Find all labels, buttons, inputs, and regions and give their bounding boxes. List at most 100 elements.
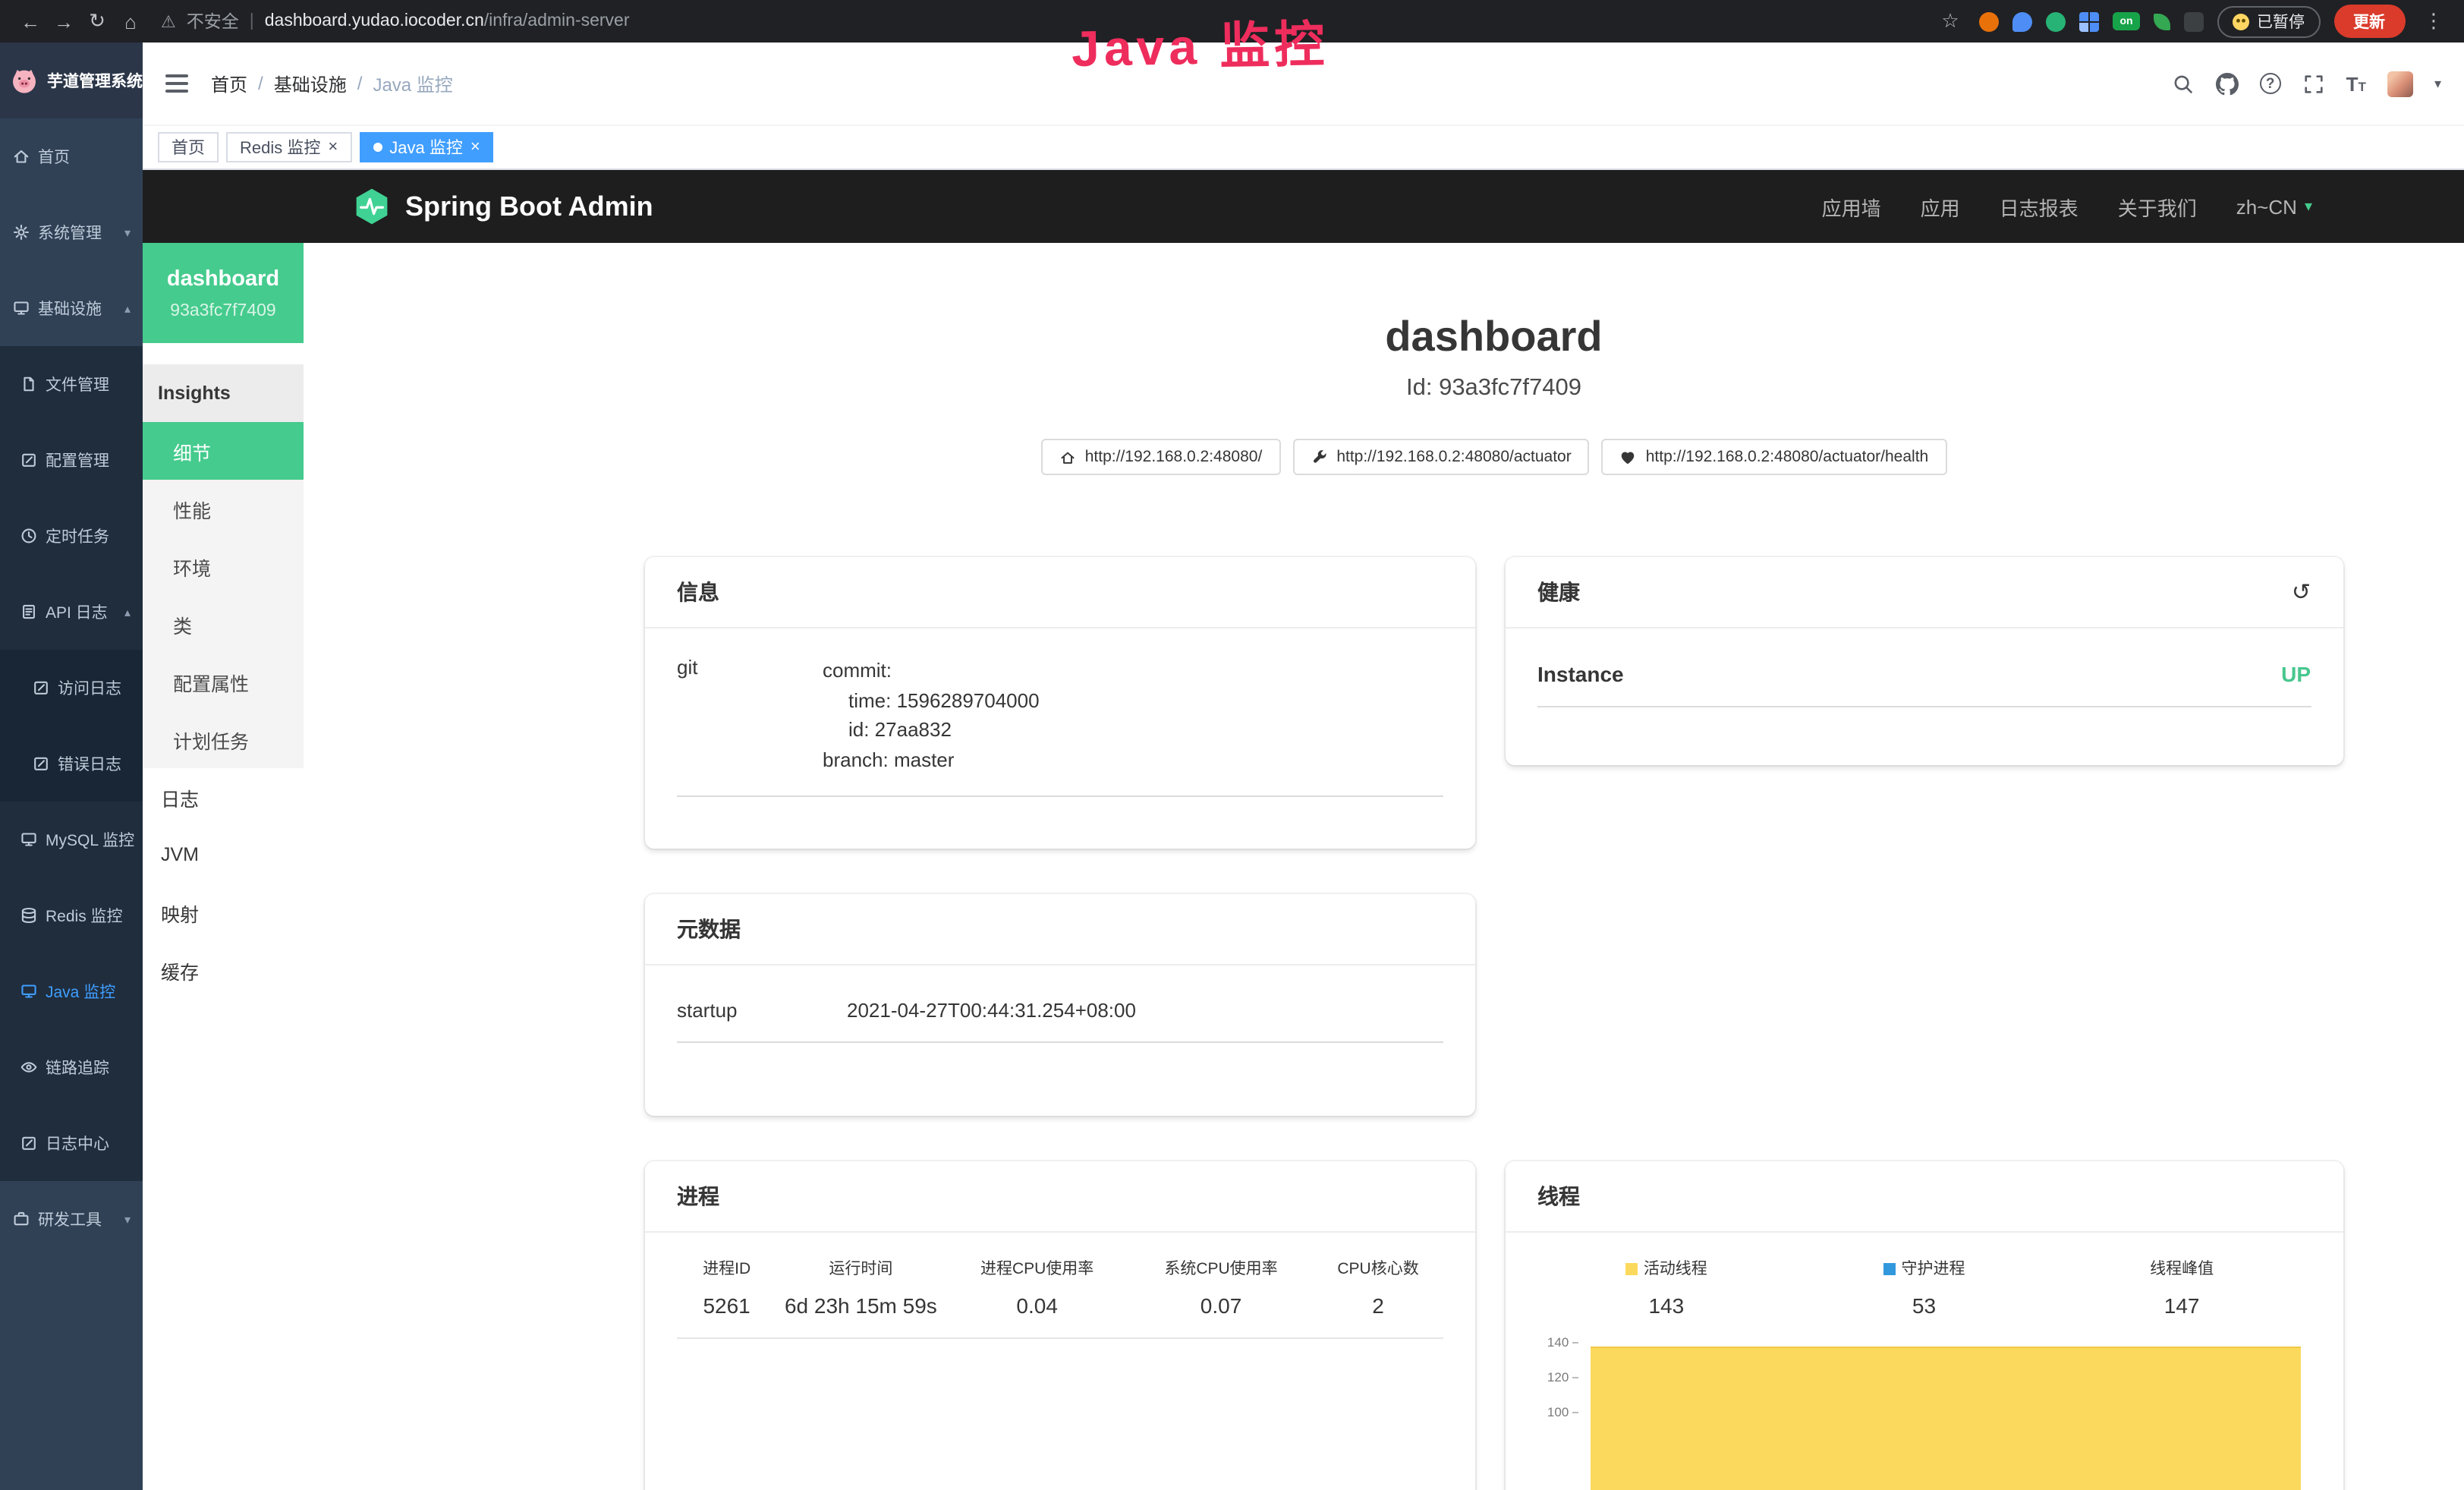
metadata-row-value: 2021-04-27T00:44:31.254+08:00 xyxy=(847,999,1136,1022)
tab-label: 首页 xyxy=(172,135,205,159)
legend-value: 53 xyxy=(1795,1293,2053,1318)
page-subtitle: Id: 93a3fc7f7409 xyxy=(645,375,2343,402)
sba-menu-metrics[interactable]: 性能 xyxy=(143,480,304,537)
legend-item-live-threads: 活动线程143 xyxy=(1537,1257,1795,1318)
sba-nav-wallboard[interactable]: 应用墙 xyxy=(1822,192,1881,221)
extension-icon-orange[interactable] xyxy=(1979,11,1999,31)
extension-icon-on-badge[interactable]: on xyxy=(2113,12,2140,30)
axis-tick: 100 xyxy=(1521,1406,1578,1419)
git-value-line: commit: xyxy=(823,656,1040,685)
sidebar-item-redis-monitor[interactable]: Redis 监控 xyxy=(0,877,143,953)
gear-icon xyxy=(12,223,30,241)
legend-label: 守护进程 xyxy=(1795,1257,2053,1280)
process-table-values: 52616d 23h 15m 59s0.040.072 xyxy=(677,1293,1443,1339)
legend-value: 143 xyxy=(1537,1293,1795,1318)
address-bar[interactable]: ⚠ 不安全 | dashboard.yudao.iocoder.cn/infra… xyxy=(161,9,630,33)
insights-section-label: Insights xyxy=(143,364,304,422)
browser-update-button[interactable]: 更新 xyxy=(2333,5,2405,38)
endpoint-link-root[interactable]: http://192.168.0.2:48080/ xyxy=(1041,439,1281,475)
tab-label: Redis 监控 xyxy=(240,135,320,159)
extensions-puzzle-icon[interactable] xyxy=(2184,11,2204,31)
breadcrumb-item-infrastructure[interactable]: 基础设施 xyxy=(274,71,347,96)
fullscreen-icon[interactable] xyxy=(2302,72,2325,95)
sba-menu-config-props[interactable]: 配置属性 xyxy=(143,653,304,710)
sidebar-item-log-center[interactable]: 日志中心 xyxy=(0,1105,143,1181)
sidebar-item-config-mgmt[interactable]: 配置管理 xyxy=(0,422,143,498)
sba-menu-details[interactable]: 细节 xyxy=(143,422,304,480)
sidebar-item-file-mgmt[interactable]: 文件管理 xyxy=(0,346,143,422)
edit-icon xyxy=(20,451,38,469)
chevron-up-icon: ▴ xyxy=(124,605,131,619)
browser-home-icon[interactable]: ⌂ xyxy=(115,10,146,33)
bookmark-star-icon[interactable]: ☆ xyxy=(1935,9,1965,33)
extension-icon-blue-grid[interactable] xyxy=(2079,11,2099,31)
sidebar-item-api-logs[interactable]: API 日志 ▴ xyxy=(0,574,143,650)
threads-area-series xyxy=(1591,1347,2300,1490)
health-row-instance[interactable]: Instance UP xyxy=(1537,662,2311,707)
tab-home[interactable]: 首页 xyxy=(158,132,219,162)
sba-menu-scheduled-tasks[interactable]: 计划任务 xyxy=(143,710,304,768)
close-icon[interactable]: × xyxy=(470,139,480,156)
sba-nav-applications[interactable]: 应用 xyxy=(1921,192,1960,221)
process-col-header: 进程CPU使用率 xyxy=(945,1257,1128,1280)
help-icon[interactable]: ? xyxy=(2260,73,2281,94)
sba-brand[interactable]: Spring Boot Admin xyxy=(352,187,653,226)
sba-nav-journal[interactable]: 日志报表 xyxy=(2000,192,2079,221)
legend-item-peak-threads: 线程峰值147 xyxy=(2053,1257,2311,1318)
sba-menu-mappings[interactable]: 映射 xyxy=(143,884,304,941)
extension-icon-leaf[interactable] xyxy=(2154,13,2170,30)
sidebar-item-access-logs[interactable]: 访问日志 xyxy=(0,650,143,726)
db-icon xyxy=(20,906,38,925)
font-size-icon[interactable]: TT xyxy=(2346,72,2366,95)
endpoint-url: http://192.168.0.2:48080/actuator xyxy=(1336,448,1571,466)
browser-menu-kebab-icon[interactable]: ⋮ xyxy=(2418,9,2449,33)
avatar[interactable] xyxy=(2387,71,2413,96)
sidebar-item-scheduled-jobs[interactable]: 定时任务 xyxy=(0,498,143,574)
sidebar-item-label: MySQL 监控 xyxy=(46,828,134,851)
sidebar-item-system-mgmt[interactable]: 系统管理▾ xyxy=(0,194,143,270)
sidebar-item-home[interactable]: 首页 xyxy=(0,118,143,194)
sba-menu-environment[interactable]: 环境 xyxy=(143,537,304,595)
search-icon[interactable] xyxy=(2172,72,2195,95)
instance-name: dashboard xyxy=(149,267,297,291)
extension-icon-green-circle[interactable] xyxy=(2046,11,2066,31)
paused-extension-chip[interactable]: 已暂停 xyxy=(2217,5,2320,37)
endpoint-link-actuator[interactable]: http://192.168.0.2:48080/actuator xyxy=(1292,439,1589,475)
sidebar-toggle-icon[interactable] xyxy=(165,74,188,93)
browser-reload-icon[interactable]: ↻ xyxy=(82,9,112,33)
sba-nav-about[interactable]: 关于我们 xyxy=(2118,192,2197,221)
process-col-header: CPU核心数 xyxy=(1313,1257,1443,1280)
github-icon[interactable] xyxy=(2216,72,2239,95)
extension-icon-blue-drop[interactable] xyxy=(2012,11,2032,31)
sidebar-item-tracing[interactable]: 链路追踪 xyxy=(0,1029,143,1105)
app-logo[interactable]: 芋道管理系统 xyxy=(0,43,143,118)
sidebar-item-label: 研发工具 xyxy=(38,1208,102,1230)
status-badge: UP xyxy=(2281,662,2311,686)
sidebar-item-mysql-monitor[interactable]: MySQL 监控 xyxy=(0,802,143,877)
tab-java-monitor[interactable]: Java 监控× xyxy=(359,132,493,162)
browser-back-icon[interactable]: ← xyxy=(15,10,46,33)
breadcrumb-item-home[interactable]: 首页 xyxy=(211,71,247,96)
clock-icon xyxy=(20,527,38,545)
sidebar-item-infrastructure[interactable]: 基础设施▴ xyxy=(0,270,143,346)
sba-menu-caches[interactable]: 缓存 xyxy=(143,941,304,999)
history-icon[interactable]: ↺ xyxy=(2292,578,2311,606)
browser-forward-icon[interactable]: → xyxy=(49,10,79,33)
close-icon[interactable]: × xyxy=(328,139,338,156)
axis-tick: 120 xyxy=(1521,1371,1578,1384)
endpoint-link-health[interactable]: http://192.168.0.2:48080/actuator/health xyxy=(1602,439,1946,475)
sidebar-item-java-monitor[interactable]: Java 监控 xyxy=(0,953,143,1029)
avatar-caret-icon[interactable]: ▾ xyxy=(2434,75,2441,92)
locale-selector[interactable]: zh~CN▾ xyxy=(2236,195,2312,218)
sidebar-item-error-logs[interactable]: 错误日志 xyxy=(0,726,143,802)
sidebar-item-label: API 日志 xyxy=(46,600,108,623)
tab-redis-monitor[interactable]: Redis 监控 × xyxy=(226,132,351,162)
chevron-down-icon: ▾ xyxy=(2305,198,2312,215)
sba-menu-classes[interactable]: 类 xyxy=(143,595,304,653)
instance-header[interactable]: dashboard 93a3fc7f7409 xyxy=(143,243,304,343)
doc-icon xyxy=(20,603,38,621)
sba-menu-jvm[interactable]: JVM xyxy=(143,826,304,884)
sba-menu-logs[interactable]: 日志 xyxy=(143,768,304,826)
sidebar-item-dev-tools[interactable]: 研发工具▾ xyxy=(0,1181,143,1257)
health-instance-label: Instance xyxy=(1537,662,1624,686)
